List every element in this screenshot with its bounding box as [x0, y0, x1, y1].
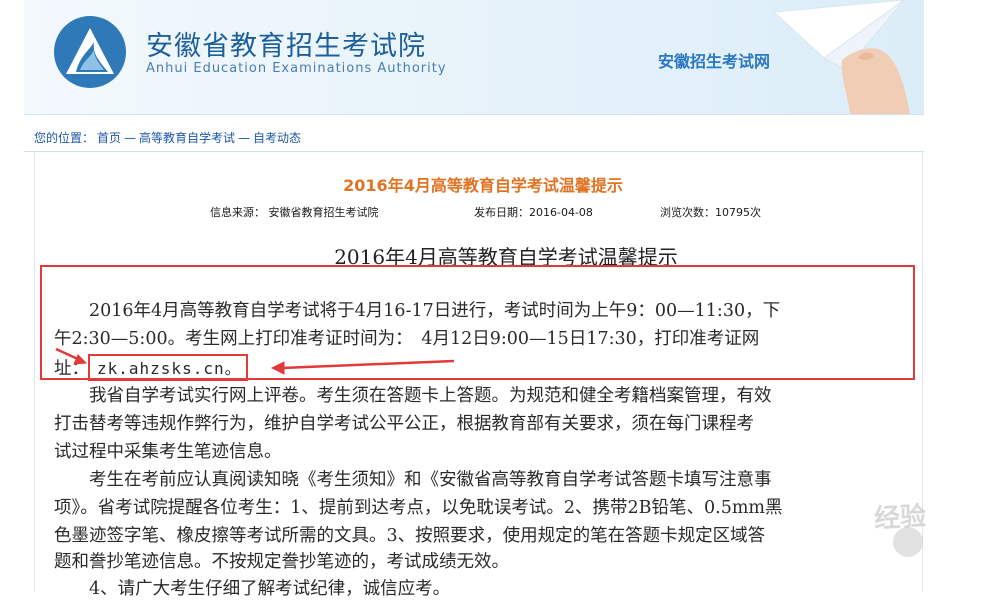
breadcrumb: 您的位置： 首页 — 高等教育自学考试 — 自考动态: [34, 129, 304, 146]
article-title: 2016年4月高等教育自学考试温馨提示: [343, 176, 623, 195]
meta-views-value: 10795次: [715, 206, 761, 219]
breadcrumb-item-self-study-exam[interactable]: 高等教育自学考试: [139, 131, 235, 145]
org-name-en: Anhui Education Examinations Authority: [146, 61, 447, 76]
breadcrumb-item-home[interactable]: 首页: [97, 131, 121, 145]
breadcrumb-separator: —: [124, 131, 137, 145]
meta-source-value: 安徽省教育招生考试院: [268, 206, 379, 219]
breadcrumb-item-news[interactable]: 自考动态: [253, 131, 301, 145]
meta-date: 发布日期：2016-04-08: [474, 204, 593, 220]
meta-date-label: 发布日期：: [474, 206, 529, 219]
meta-source: 信息来源： 安徽省教育招生考试院: [210, 204, 379, 220]
paragraph-2-line-2: 打击替考等违规作弊行为，维护自学考试公平公正，根据教育部有关要求，须在每门课程考: [54, 414, 754, 434]
url-highlight-box: [88, 354, 248, 381]
site-header: 安徽省教育招生考试院 Anhui Education Examinations …: [24, 0, 924, 115]
breadcrumb-divider: [24, 151, 924, 152]
paragraph-4-line-1: 4、请广大考生仔细了解考试纪律，诚信应考。: [54, 579, 451, 599]
paper-plane-hand-illustration: [772, 0, 910, 114]
watermark-text: 经验: [873, 501, 927, 535]
paragraph-3-line-1: 考生在考前应认真阅读知晓《考生须知》和《安徽省高等教育自学考试答题卡填写注意事: [54, 470, 772, 490]
meta-date-value: 2016-04-08: [529, 206, 593, 219]
meta-source-label: 信息来源：: [210, 206, 265, 219]
content-border-left: [34, 152, 35, 592]
breadcrumb-separator: —: [238, 131, 251, 145]
meta-views-label: 浏览次数：: [660, 206, 715, 219]
paragraph-2-line-1: 我省自学考试实行网上评卷。考生须在答题卡上答题。为规范和健全考籍档案管理，有效: [54, 386, 772, 406]
paragraph-2-line-3: 试过程中采集考生笔迹信息。: [54, 442, 282, 462]
org-name-cn: 安徽省教育招生考试院: [146, 31, 426, 62]
meta-views: 浏览次数：10795次: [660, 204, 761, 220]
breadcrumb-prefix: 您的位置：: [34, 131, 95, 145]
mountain-logo-icon[interactable]: [50, 12, 130, 92]
paragraph-3-line-4: 题和誊抄笔迹信息。不按规定誊抄笔迹的，考试成绩无效。: [54, 552, 509, 572]
paragraph-3-line-3: 色墨迹签字笔、橡皮擦等考试所需的文具。3、按照要求，使用规定的笔在答题卡规定区域…: [54, 526, 766, 546]
paragraph-3-line-2: 项》。省考试院提醒各位考生：1、提前到达考点，以免耽误考试。2、携带2B铅笔、0…: [54, 498, 783, 518]
